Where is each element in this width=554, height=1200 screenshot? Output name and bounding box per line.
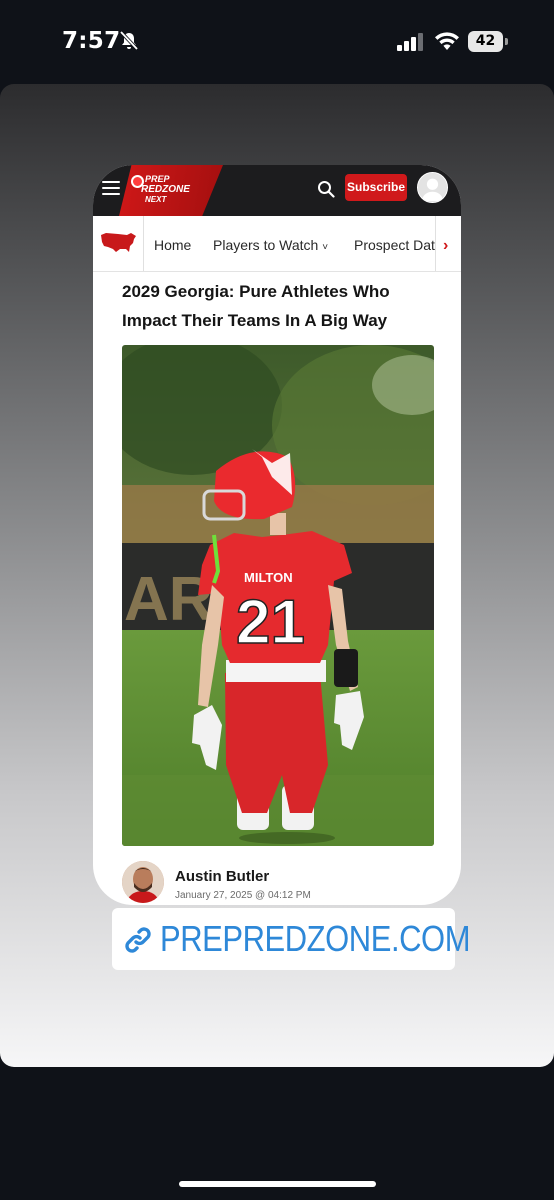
status-time: 7:57 xyxy=(62,28,121,54)
wifi-icon xyxy=(435,32,459,50)
svg-text:MILTON: MILTON xyxy=(244,570,293,585)
hero-image-football-player: ARK MILTON 21 xyxy=(122,345,434,846)
link-sticker[interactable]: PREPREDZONE.COM xyxy=(112,908,470,970)
author-avatar[interactable] xyxy=(122,861,164,903)
link-sticker-text[interactable]: PREPREDZONE.COM xyxy=(160,918,470,960)
usa-map-icon[interactable] xyxy=(100,232,137,254)
signal-icon xyxy=(397,33,423,51)
chevron-right-icon[interactable]: › xyxy=(443,237,448,255)
author-name[interactable]: Austin Butler xyxy=(175,868,269,885)
battery-icon: 42 xyxy=(468,31,508,52)
site-logo[interactable]: PREP REDZONE NEXT xyxy=(131,173,191,207)
nav-item-prospect-data[interactable]: Prospect Dat xyxy=(354,237,435,253)
bell-slash-icon xyxy=(119,30,139,51)
status-bar: 7:57 42 xyxy=(0,0,554,84)
subscribe-button[interactable]: Subscribe xyxy=(345,174,407,201)
nav-item-home[interactable]: Home xyxy=(154,237,191,253)
hamburger-menu-icon[interactable] xyxy=(102,181,120,195)
battery-level: 42 xyxy=(468,31,503,52)
site-nav: Home Players to Watch ˅ Prospect Dat › xyxy=(93,216,461,272)
embedded-article-screenshot: PREP REDZONE NEXT Subscribe Home Players… xyxy=(93,165,461,905)
post-date: January 27, 2025 @ 04:12 PM xyxy=(175,890,311,901)
search-icon[interactable] xyxy=(317,180,335,198)
story-card: PREP REDZONE NEXT Subscribe Home Players… xyxy=(0,84,554,1067)
site-header: PREP REDZONE NEXT Subscribe xyxy=(93,165,461,216)
article-title: 2029 Georgia: Pure Athletes Who Impact T… xyxy=(122,282,390,330)
svg-text:21: 21 xyxy=(236,588,305,657)
link-icon xyxy=(125,927,151,953)
chevron-down-icon: ˅ xyxy=(322,242,329,253)
user-avatar-icon[interactable] xyxy=(417,172,448,203)
nav-item-players-to-watch[interactable]: Players to Watch ˅ xyxy=(213,237,328,253)
home-indicator[interactable] xyxy=(179,1181,376,1187)
